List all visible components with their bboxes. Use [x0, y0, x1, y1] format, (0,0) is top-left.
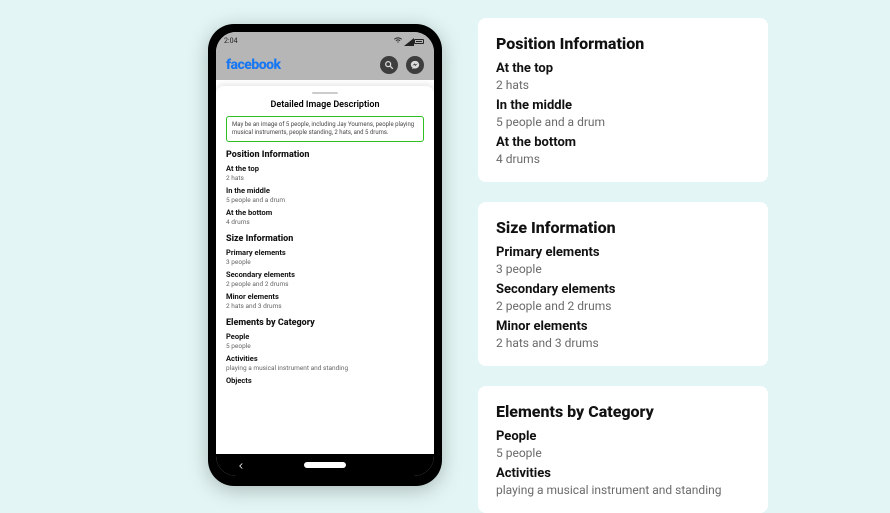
pos-mid-value: 5 people and a drum — [226, 196, 424, 204]
card-category: Elements by Category People 5 people Act… — [478, 386, 768, 513]
pos-mid-label: In the middle — [226, 186, 424, 195]
section-category: Elements by Category People 5 people Act… — [226, 318, 424, 386]
card-primary-value: 3 people — [496, 262, 750, 276]
size-primary-value: 3 people — [226, 258, 424, 266]
statusbar: 2:04 — [216, 32, 434, 50]
drag-handle[interactable] — [312, 92, 338, 94]
detail-cards: Position Information At the top 2 hats I… — [478, 18, 768, 513]
size-secondary-value: 2 people and 2 drums — [226, 280, 424, 288]
pos-top-value: 2 hats — [226, 174, 424, 182]
messenger-icon[interactable] — [406, 56, 424, 74]
cat-people-label: People — [226, 332, 424, 341]
card-bot-value: 4 drums — [496, 152, 750, 166]
card-mid-label: In the middle — [496, 98, 750, 113]
card-secondary-value: 2 people and 2 drums — [496, 299, 750, 313]
wifi-icon — [394, 36, 402, 46]
cat-activities-label: Activities — [226, 354, 424, 363]
size-primary-label: Primary elements — [226, 248, 424, 257]
section-heading: Elements by Category — [226, 318, 424, 328]
card-people-label: People — [496, 429, 750, 444]
clock: 2:04 — [224, 37, 238, 45]
home-pill[interactable] — [304, 462, 346, 468]
battery-icon — [414, 39, 424, 44]
pos-bot-value: 4 drums — [226, 218, 424, 226]
card-secondary-label: Secondary elements — [496, 282, 750, 297]
sheet-title: Detailed Image Description — [226, 100, 424, 110]
card-activities-value: playing a musical instrument and standin… — [496, 483, 750, 497]
card-heading: Size Information — [496, 218, 750, 237]
card-heading: Position Information — [496, 34, 750, 53]
card-top-label: At the top — [496, 61, 750, 76]
card-primary-label: Primary elements — [496, 245, 750, 260]
cellular-icon — [404, 38, 412, 44]
card-minor-value: 2 hats and 3 drums — [496, 336, 750, 350]
cat-objects-label: Objects — [226, 376, 424, 385]
card-people-value: 5 people — [496, 446, 750, 460]
image-description: May be an image of 5 people, including J… — [226, 116, 424, 142]
card-position: Position Information At the top 2 hats I… — [478, 18, 768, 182]
card-top-value: 2 hats — [496, 78, 750, 92]
section-position: Position Information At the top 2 hats I… — [226, 150, 424, 226]
cat-people-value: 5 people — [226, 342, 424, 350]
section-heading: Size Information — [226, 234, 424, 244]
size-secondary-label: Secondary elements — [226, 270, 424, 279]
phone-screen: 2:04 facebook Detailed Image Description — [216, 32, 434, 476]
cat-activities-value: playing a musical instrument and standin… — [226, 364, 424, 372]
card-mid-value: 5 people and a drum — [496, 115, 750, 129]
section-heading: Position Information — [226, 150, 424, 160]
card-activities-label: Activities — [496, 466, 750, 481]
bottom-sheet: Detailed Image Description May be an ima… — [216, 86, 434, 454]
section-size: Size Information Primary elements 3 peop… — [226, 234, 424, 310]
pos-top-label: At the top — [226, 164, 424, 173]
size-minor-label: Minor elements — [226, 292, 424, 301]
back-button[interactable] — [236, 456, 246, 475]
card-heading: Elements by Category — [496, 402, 750, 421]
phone-frame: 2:04 facebook Detailed Image Description — [208, 24, 442, 486]
pos-bot-label: At the bottom — [226, 208, 424, 217]
card-bot-label: At the bottom — [496, 135, 750, 150]
search-icon[interactable] — [380, 56, 398, 74]
appbar: facebook — [216, 50, 434, 80]
android-navbar — [216, 454, 434, 476]
size-minor-value: 2 hats and 3 drums — [226, 302, 424, 310]
facebook-logo: facebook — [226, 57, 281, 73]
card-size: Size Information Primary elements 3 peop… — [478, 202, 768, 366]
card-minor-label: Minor elements — [496, 319, 750, 334]
